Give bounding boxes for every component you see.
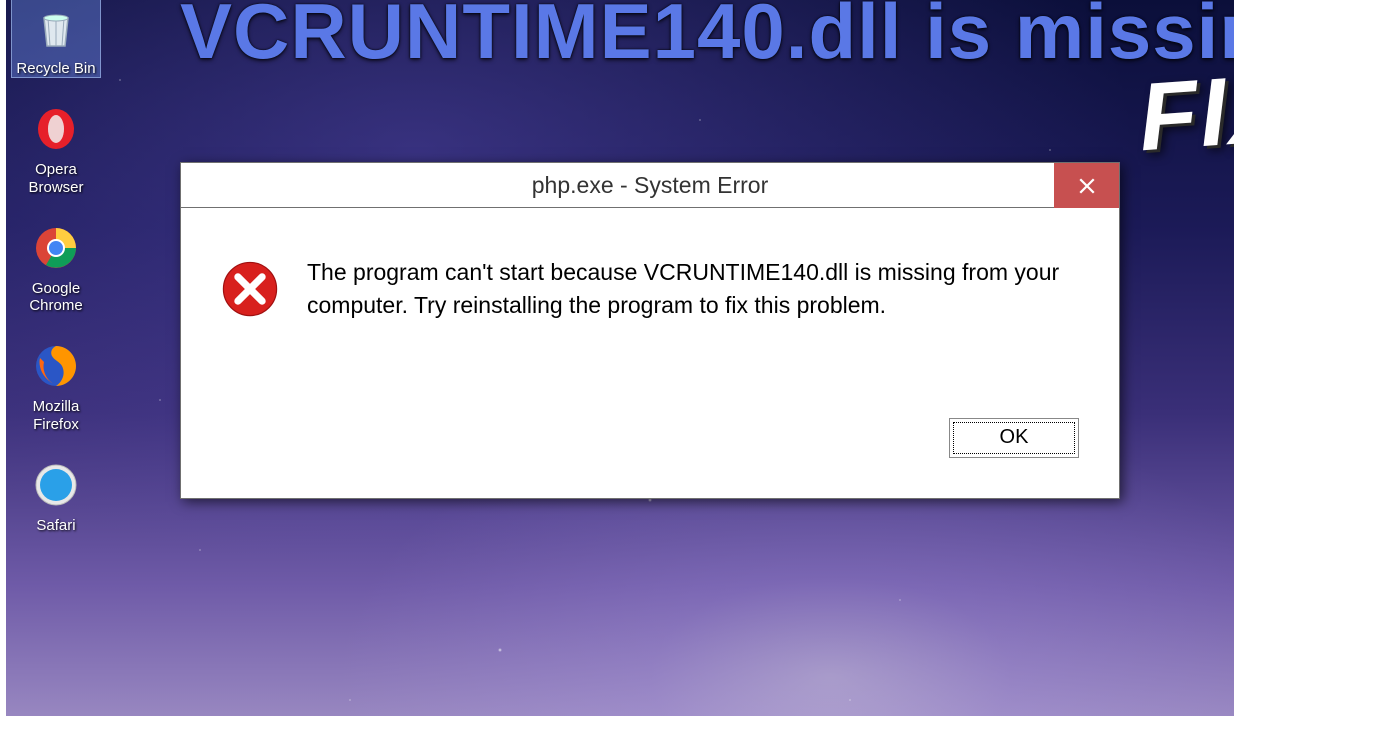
dialog-title: php.exe - System Error [181, 172, 1119, 199]
error-icon [221, 260, 279, 318]
letterbox-bottom [0, 716, 1384, 752]
chrome-icon [28, 220, 84, 276]
dialog-message: The program can't start because VCRUNTIM… [307, 256, 1079, 323]
close-button[interactable] [1054, 163, 1119, 208]
dialog-body: The program can't start because VCRUNTIM… [181, 208, 1119, 498]
icon-label: Opera Browser [12, 161, 100, 196]
letterbox-right [1234, 0, 1384, 752]
desktop-icons: Recycle Bin Opera Browser [12, 0, 108, 558]
ok-button[interactable]: OK [949, 418, 1079, 458]
desktop-icon-safari[interactable]: Safari [12, 457, 100, 534]
icon-label: Recycle Bin [16, 60, 95, 77]
icon-label: Google Chrome [12, 280, 100, 315]
desktop-icon-recycle-bin[interactable]: Recycle Bin [12, 0, 100, 77]
icon-label: Mozilla Firefox [12, 398, 100, 433]
desktop-icon-chrome[interactable]: Google Chrome [12, 220, 100, 315]
firefox-icon [28, 338, 84, 394]
close-icon [1078, 177, 1096, 195]
desktop-icon-firefox[interactable]: Mozilla Firefox [12, 338, 100, 433]
system-error-dialog: php.exe - System Error The program can't… [180, 162, 1120, 499]
recycle-bin-icon [28, 0, 84, 56]
desktop-icon-opera[interactable]: Opera Browser [12, 101, 100, 196]
icon-label: Safari [36, 517, 75, 534]
safari-icon [28, 457, 84, 513]
letterbox-left [0, 0, 6, 752]
desktop: VCRUNTIME140.dll is missing FIX Recycle … [0, 0, 1384, 752]
opera-icon [28, 101, 84, 157]
dialog-titlebar[interactable]: php.exe - System Error [181, 163, 1119, 208]
